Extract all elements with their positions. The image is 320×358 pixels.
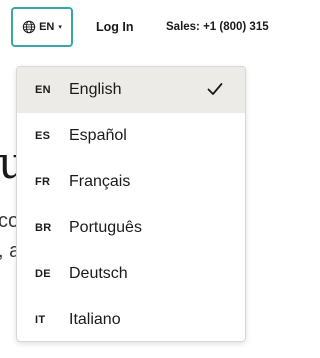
language-name: Deutsch xyxy=(69,265,128,282)
language-option-es[interactable]: ES Español xyxy=(17,113,245,159)
page: EN ▾ Log In Sales: +1 (800) 315 u co , a… xyxy=(0,0,274,358)
language-option-en[interactable]: EN English xyxy=(17,67,245,113)
language-menu: EN English ES Español FR Français BR Por… xyxy=(16,66,246,342)
language-selector-label: EN xyxy=(39,21,55,33)
language-code: BR xyxy=(35,222,52,234)
sales-phone[interactable]: Sales: +1 (800) 315 xyxy=(166,21,269,33)
language-code: ES xyxy=(35,130,51,142)
login-link[interactable]: Log In xyxy=(96,20,134,34)
chevron-down-icon: ▾ xyxy=(58,24,62,31)
language-option-it[interactable]: IT Italiano xyxy=(17,297,245,341)
language-selector-button[interactable]: EN ▾ xyxy=(11,7,73,47)
language-name: English xyxy=(69,81,122,98)
language-code: IT xyxy=(35,314,46,326)
language-name: Italiano xyxy=(69,311,121,328)
check-icon xyxy=(207,82,223,96)
globe-icon xyxy=(22,20,36,34)
language-code: DE xyxy=(35,268,51,280)
language-code: FR xyxy=(35,176,51,188)
language-option-fr[interactable]: FR Français xyxy=(17,159,245,205)
language-name: Português xyxy=(69,219,142,236)
language-option-br[interactable]: BR Português xyxy=(17,205,245,251)
language-name: Français xyxy=(69,173,131,190)
language-code: EN xyxy=(35,84,51,96)
language-option-de[interactable]: DE Deutsch xyxy=(17,251,245,297)
language-name: Español xyxy=(69,127,127,144)
